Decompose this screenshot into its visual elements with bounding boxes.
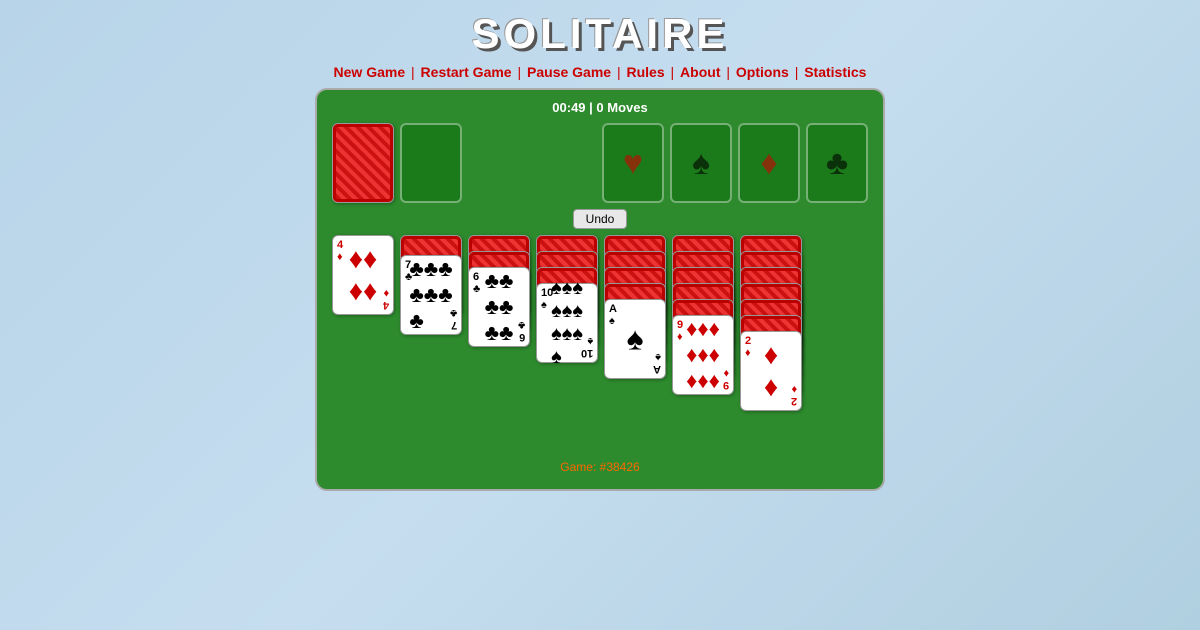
tableau-col-6: 2♦ ♦♦ 2♦ bbox=[740, 235, 802, 450]
game-board: 00:49 | 0 Moves ♥ ♠ ♦ ♣ Undo bbox=[315, 88, 885, 491]
foundation-spades[interactable]: ♠ bbox=[670, 123, 732, 203]
tableau: 4♦ ♦♦♦♦ 4♦ 7♣ ♣♣♣♣♣♣♣ 7♣ bbox=[332, 235, 868, 450]
nav-options[interactable]: Options bbox=[736, 64, 789, 80]
waste-pile bbox=[400, 123, 462, 203]
tableau-col-2: 6♣ ♣♣♣♣♣♣ 6♣ bbox=[468, 235, 530, 370]
spades-symbol: ♠ bbox=[692, 144, 710, 183]
foundation-hearts[interactable]: ♥ bbox=[602, 123, 664, 203]
tableau-col-1: 7♣ ♣♣♣♣♣♣♣ 7♣ bbox=[400, 235, 462, 350]
tableau-col-3: 10♠ ♠♠♠♠♠♠♠♠♠♠ 10♠ bbox=[536, 235, 598, 390]
tableau-col-5: 9♦ ♦♦♦♦♦♦♦♦♦ 9♦ bbox=[672, 235, 734, 430]
foundation-area: ♥ ♠ ♦ ♣ bbox=[602, 123, 868, 203]
stock-waste-area bbox=[332, 123, 462, 203]
status-bar: 00:49 | 0 Moves bbox=[332, 100, 868, 115]
foundation-clubs[interactable]: ♣ bbox=[806, 123, 868, 203]
card-as[interactable]: A♠ ♠ A♠ bbox=[604, 299, 666, 379]
nav-statistics[interactable]: Statistics bbox=[804, 64, 866, 80]
moves-counter: 0 Moves bbox=[596, 100, 647, 115]
game-title: SOLITAIRE bbox=[472, 10, 729, 58]
card-2d[interactable]: 2♦ ♦♦ 2♦ bbox=[740, 331, 802, 411]
card-9d[interactable]: 9♦ ♦♦♦♦♦♦♦♦♦ 9♦ bbox=[672, 315, 734, 395]
tableau-col-4: A♠ ♠ A♠ bbox=[604, 235, 666, 410]
nav-bar: New Game | Restart Game | Pause Game | R… bbox=[334, 64, 867, 80]
diamonds-symbol: ♦ bbox=[760, 144, 777, 183]
undo-button[interactable]: Undo bbox=[573, 209, 628, 229]
hearts-symbol: ♥ bbox=[623, 144, 643, 183]
nav-about[interactable]: About bbox=[680, 64, 720, 80]
card-4d[interactable]: 4♦ ♦♦♦♦ 4♦ bbox=[332, 235, 394, 315]
nav-pause-game[interactable]: Pause Game bbox=[527, 64, 611, 80]
card-7c[interactable]: 7♣ ♣♣♣♣♣♣♣ 7♣ bbox=[400, 255, 462, 335]
undo-area: Undo bbox=[332, 209, 868, 229]
tableau-col-0: 4♦ ♦♦♦♦ 4♦ bbox=[332, 235, 394, 325]
game-number-label: Game: bbox=[560, 460, 596, 474]
nav-new-game[interactable]: New Game bbox=[334, 64, 406, 80]
game-number-area: Game: #38426 bbox=[332, 460, 868, 474]
card-6c[interactable]: 6♣ ♣♣♣♣♣♣ 6♣ bbox=[468, 267, 530, 347]
stock-pile[interactable] bbox=[332, 123, 394, 203]
nav-rules[interactable]: Rules bbox=[627, 64, 665, 80]
nav-restart-game[interactable]: Restart Game bbox=[421, 64, 512, 80]
clubs-symbol: ♣ bbox=[826, 144, 848, 183]
foundation-diamonds[interactable]: ♦ bbox=[738, 123, 800, 203]
timer: 00:49 bbox=[552, 100, 585, 115]
game-number-value: #38426 bbox=[600, 460, 640, 474]
top-area: ♥ ♠ ♦ ♣ bbox=[332, 123, 868, 203]
card-10s[interactable]: 10♠ ♠♠♠♠♠♠♠♠♠♠ 10♠ bbox=[536, 283, 598, 363]
